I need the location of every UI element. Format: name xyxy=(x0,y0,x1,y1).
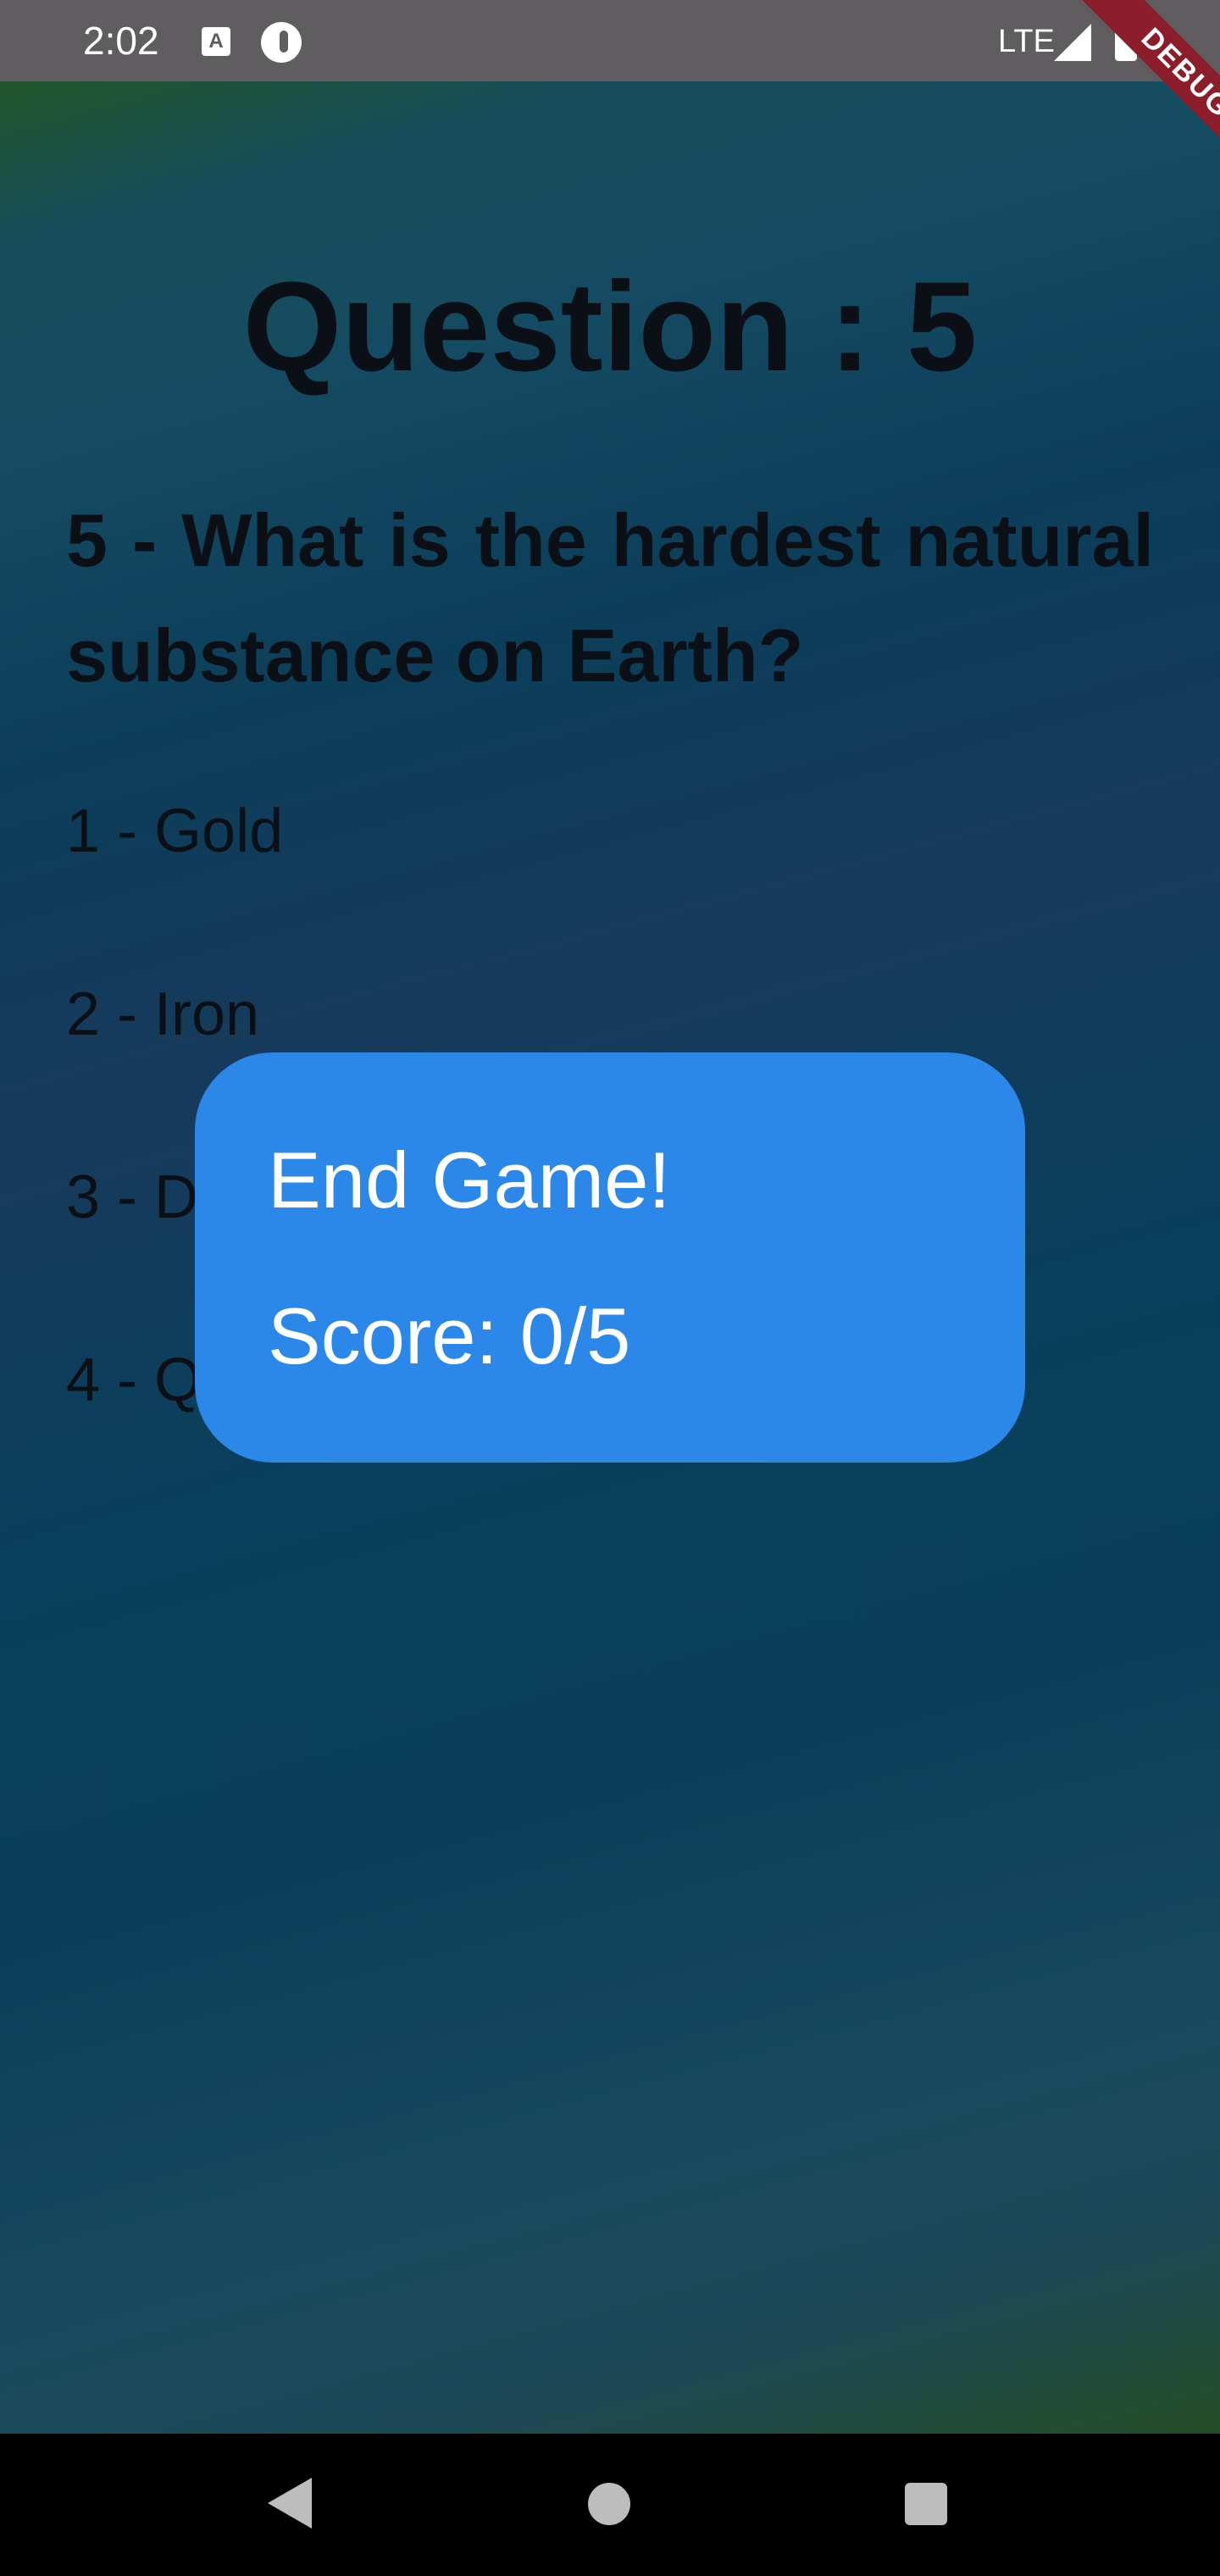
navigation-bar xyxy=(0,2434,1220,2576)
question-text: 5 - What is the hardest natural substanc… xyxy=(66,498,1154,697)
answer-option-3[interactable]: 3 - D xyxy=(66,1159,198,1235)
dialog-score: Score: 0/5 xyxy=(268,1291,631,1380)
back-icon[interactable] xyxy=(268,2478,312,2529)
home-icon[interactable] xyxy=(588,2483,630,2525)
screen: Question : 5 5 - What is the hardest nat… xyxy=(0,0,1220,2576)
end-game-dialog: End Game! Score: 0/5 xyxy=(195,1052,1025,1463)
app-icon xyxy=(261,22,302,63)
answer-option-4[interactable]: 4 - Q xyxy=(66,1342,202,1418)
status-bar: 2:02 A LTE xyxy=(0,0,1220,81)
network-type: LTE xyxy=(998,24,1055,59)
recents-icon[interactable] xyxy=(905,2483,947,2525)
question-heading: Question : 5 xyxy=(242,255,978,397)
answer-option-1[interactable]: 1 - Gold xyxy=(66,793,283,869)
answer-option-2[interactable]: 2 - Iron xyxy=(66,976,259,1052)
status-time: 2:02 xyxy=(83,19,159,63)
text-a-icon: A xyxy=(202,27,230,56)
signal-icon xyxy=(1054,24,1091,61)
dialog-title: End Game! xyxy=(268,1135,671,1224)
